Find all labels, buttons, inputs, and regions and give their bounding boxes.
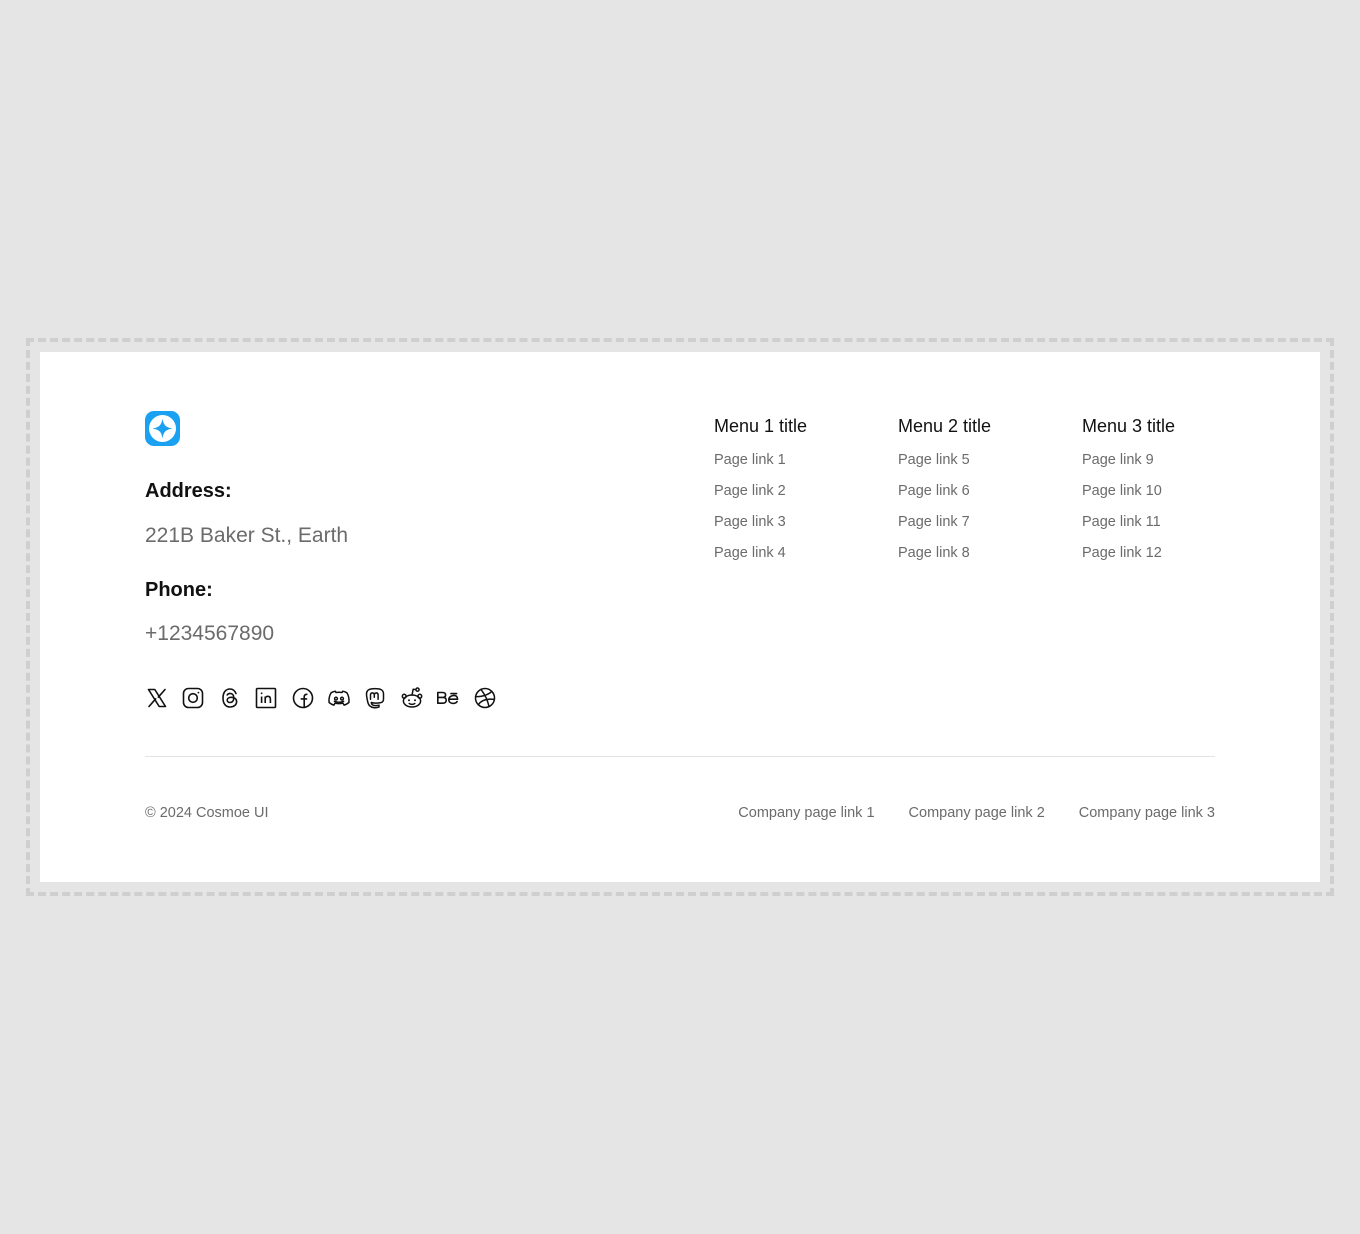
company-links: Company page link 1 Company page link 2 … [738,804,1215,822]
menu-link-12[interactable]: Page link 12 [1082,544,1162,575]
menu-1-title: Menu 1 title [714,416,808,436]
footer-menus: Menu 1 title Page link 1 Page link 2 Pag… [714,411,1215,581]
menu-link-6[interactable]: Page link 6 [898,482,970,513]
menu-link-10[interactable]: Page link 10 [1082,482,1162,513]
menu-2-links: Page link 5 Page link 6 Page link 7 Page… [898,451,970,575]
menu-link-5[interactable]: Page link 5 [898,451,970,482]
x-icon [147,688,167,708]
sparkle-logo-icon [149,415,176,442]
menu-link-7[interactable]: Page link 7 [898,513,970,544]
company-page-link-3[interactable]: Company page link 3 [1079,804,1215,822]
company-page-link-1[interactable]: Company page link 1 [738,804,874,822]
menu-link-1[interactable]: Page link 1 [714,451,786,482]
copyright-text: © 2024 Cosmoe UI [145,805,269,821]
linkedin-icon [255,687,277,709]
phone-value[interactable]: +1234567890 [145,621,274,647]
discord-link[interactable] [327,686,351,710]
company-page-link-2[interactable]: Company page link 2 [909,804,1045,822]
facebook-link[interactable] [291,686,315,710]
facebook-icon [292,687,313,709]
menu-link-11[interactable]: Page link 11 [1082,513,1162,544]
dribbble-link[interactable] [473,686,497,710]
social-links [145,686,497,710]
behance-icon [437,691,459,705]
footer-divider [145,756,1215,757]
site-footer: Address: 221B Baker St., Earth Phone: +1… [40,352,1320,882]
footer-content: Address: 221B Baker St., Earth Phone: +1… [145,411,1215,851]
menu-link-2[interactable]: Page link 2 [714,482,786,513]
menu-link-8[interactable]: Page link 8 [898,544,970,575]
phone-label: Phone: [145,579,213,601]
menu-2-title: Menu 2 title [898,416,992,436]
menu-link-3[interactable]: Page link 3 [714,513,786,544]
mastodon-link[interactable] [363,686,387,710]
address-label: Address: [145,480,232,502]
threads-icon [221,688,238,708]
discord-icon [328,690,350,706]
menu-3-title: Menu 3 title [1082,416,1176,436]
threads-link[interactable] [218,686,242,710]
mastodon-icon [366,687,385,709]
x-link[interactable] [145,686,169,710]
menu-1-links: Page link 1 Page link 2 Page link 3 Page… [714,451,786,575]
linkedin-link[interactable] [254,686,278,710]
dribbble-icon [474,687,495,709]
menu-link-4[interactable]: Page link 4 [714,544,786,575]
instagram-link[interactable] [181,686,205,710]
menu-link-9[interactable]: Page link 9 [1082,451,1162,482]
reddit-link[interactable] [400,686,424,710]
reddit-icon [401,687,423,708]
brand-logo[interactable] [145,411,180,446]
instagram-icon [183,687,204,709]
address-value: 221B Baker St., Earth [145,524,349,547]
behance-link[interactable] [436,686,460,710]
menu-3-links: Page link 9 Page link 10 Page link 11 Pa… [1082,451,1162,575]
